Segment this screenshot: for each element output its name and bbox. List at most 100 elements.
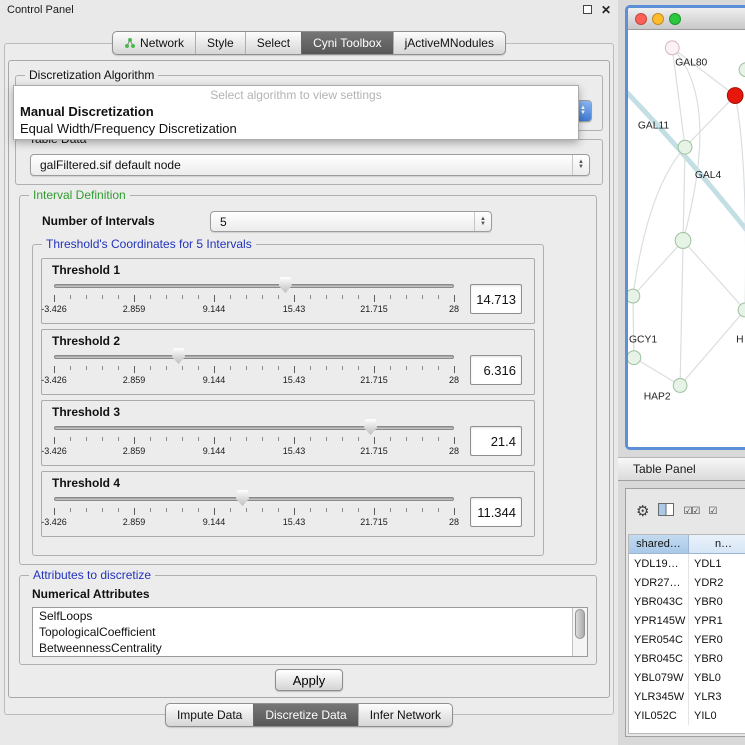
threshold-value-field[interactable]: 21.4 — [470, 426, 522, 456]
tab-label: Impute Data — [177, 708, 242, 722]
slider-track[interactable] — [54, 497, 454, 501]
slider-thumb[interactable] — [236, 490, 249, 506]
threshold-panel: Threshold 2 -3.4262.8599.14415.4321.7152… — [41, 329, 535, 395]
table-row[interactable]: YIL052CYIL0 — [629, 706, 745, 725]
network-edge — [634, 358, 680, 386]
listbox-scrollbar[interactable] — [572, 608, 587, 656]
slider-track[interactable] — [54, 284, 454, 288]
table-row[interactable]: YDR27…YDR2 — [629, 573, 745, 592]
minimize-light-icon[interactable] — [652, 13, 664, 25]
scale-label: 2.859 — [123, 304, 146, 314]
tab-discretize-data[interactable]: Discretize Data — [253, 704, 357, 726]
tick-mark — [86, 508, 87, 512]
tick-mark — [294, 366, 295, 373]
tick-mark — [262, 437, 263, 441]
threshold-slider[interactable]: -3.4262.8599.14415.4321.71528 — [48, 419, 460, 463]
tick-mark — [166, 295, 167, 299]
slider-thumb[interactable] — [172, 348, 185, 364]
table-row[interactable]: YDL19…YDL1 — [629, 554, 745, 573]
panel-title: Control Panel — [7, 4, 74, 16]
network-node[interactable] — [739, 63, 745, 77]
zoom-light-icon[interactable] — [669, 13, 681, 25]
threshold-slider[interactable]: -3.4262.8599.14415.4321.71528 — [48, 348, 460, 392]
scale-label: -3.426 — [41, 446, 67, 456]
scrollbar-thumb[interactable] — [575, 609, 585, 639]
table-row[interactable]: YBR045CYBR0 — [629, 649, 745, 668]
threshold-value-field[interactable]: 11.344 — [470, 497, 522, 527]
tick-mark — [374, 437, 375, 444]
table-row[interactable]: YLR345WYLR3 — [629, 687, 745, 706]
threshold-value-field[interactable]: 6.316 — [470, 355, 522, 385]
tick-mark — [358, 295, 359, 299]
network-node[interactable] — [628, 289, 640, 303]
table-row[interactable]: YBR043CYBR0 — [629, 592, 745, 611]
network-node[interactable] — [628, 351, 641, 365]
table-column-header[interactable]: n… — [689, 535, 745, 554]
network-canvas[interactable]: GAL80GAL11GAL4GCY1HAP2H — [628, 30, 745, 447]
scale-label: 28 — [449, 446, 459, 456]
table-row[interactable]: YPR145WYPR1 — [629, 611, 745, 630]
apply-button[interactable]: Apply — [275, 669, 343, 691]
columns-icon[interactable] — [658, 503, 674, 520]
dropdown-placeholder-option: Select algorithm to view settings — [14, 86, 578, 103]
threshold-value-field[interactable]: 14.713 — [470, 284, 522, 314]
threshold-slider[interactable]: -3.4262.8599.14415.4321.71528 — [48, 277, 460, 321]
network-node[interactable] — [673, 378, 687, 392]
slider-track[interactable] — [54, 355, 454, 359]
tick-mark — [454, 366, 455, 373]
network-node[interactable] — [665, 41, 679, 55]
tick-mark — [70, 366, 71, 370]
attribute-list-item[interactable]: SelfLoops — [33, 608, 587, 624]
select-all-checks-icon[interactable]: ☑☑ — [683, 504, 699, 520]
tab-style[interactable]: Style — [195, 32, 245, 54]
threshold-label: Threshold 3 — [42, 401, 534, 419]
dropdown-option[interactable]: Manual Discretization — [14, 103, 578, 120]
check-icon[interactable]: ☑ — [708, 504, 716, 520]
scale-label: 15.43 — [283, 375, 306, 385]
table-row[interactable]: YER054CYER0 — [629, 630, 745, 649]
gear-icon[interactable]: ⚙ — [636, 504, 649, 520]
threshold-slider[interactable]: -3.4262.8599.14415.4321.71528 — [48, 490, 460, 534]
float-window-icon[interactable] — [583, 5, 592, 14]
network-node[interactable] — [738, 303, 745, 317]
tick-mark — [406, 366, 407, 370]
slider-thumb[interactable] — [364, 419, 377, 435]
scale-label: 15.43 — [283, 446, 306, 456]
tick-mark — [438, 366, 439, 370]
slider-track[interactable] — [54, 426, 454, 430]
attribute-list-item[interactable]: BetweennessCentrality — [33, 640, 587, 656]
tab-impute-data[interactable]: Impute Data — [166, 704, 253, 726]
tick-mark — [118, 508, 119, 512]
tab-infer-network[interactable]: Infer Network — [358, 704, 452, 726]
tick-mark — [134, 366, 135, 373]
close-light-icon[interactable] — [635, 13, 647, 25]
tab-jactivemnodules[interactable]: jActiveMNodules — [393, 32, 505, 54]
slider-thumb[interactable] — [279, 277, 292, 293]
table-cell: YIL0 — [689, 706, 745, 725]
tab-label: Cyni Toolbox — [313, 36, 381, 50]
scale-label: 28 — [449, 517, 459, 527]
tab-network[interactable]: Network — [113, 32, 195, 54]
table-cell: YBR0 — [689, 649, 745, 668]
scale-label: 9.144 — [203, 446, 226, 456]
table-cell: YDL19… — [629, 554, 689, 573]
algorithm-dropdown-popup: Select algorithm to view settings Manual… — [13, 85, 579, 140]
network-node[interactable] — [678, 140, 692, 154]
table-row[interactable]: YBL079WYBL0 — [629, 668, 745, 687]
table-column-header[interactable]: shared… — [629, 535, 689, 554]
num-intervals-combobox[interactable]: 5 ▲▼ — [210, 211, 492, 232]
network-node[interactable] — [675, 233, 691, 249]
network-edge — [735, 96, 745, 310]
tab-cyni-toolbox[interactable]: Cyni Toolbox — [301, 32, 392, 54]
dropdown-option[interactable]: Equal Width/Frequency Discretization — [14, 120, 578, 137]
attribute-list-item[interactable]: TopologicalCoefficient — [33, 624, 587, 640]
tick-mark — [230, 295, 231, 299]
tick-mark — [438, 295, 439, 299]
table-data-combobox[interactable]: galFiltered.sif default node ▲▼ — [30, 154, 590, 176]
tick-mark — [118, 295, 119, 299]
close-icon[interactable]: ✕ — [601, 5, 611, 15]
tick-mark — [230, 366, 231, 370]
tab-select[interactable]: Select — [245, 32, 301, 54]
network-node[interactable] — [727, 88, 743, 104]
network-edge — [672, 48, 735, 96]
